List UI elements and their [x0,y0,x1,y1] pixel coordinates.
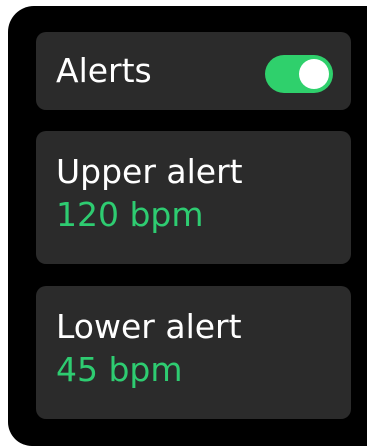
upper-alert-label: Upper alert [56,152,243,191]
upper-alert-card[interactable]: Upper alert 120 bpm [36,131,351,264]
alerts-label: Alerts [56,51,152,90]
watch-screen: Alerts Upper alert 120 bpm Lower alert 4… [8,6,367,446]
alerts-row[interactable]: Alerts [36,32,351,110]
alerts-toggle[interactable] [265,55,333,93]
lower-alert-card[interactable]: Lower alert 45 bpm [36,286,351,419]
upper-alert-value: 120 bpm [56,195,204,234]
lower-alert-value: 45 bpm [56,350,183,389]
toggle-knob [299,59,329,89]
lower-alert-label: Lower alert [56,307,242,346]
